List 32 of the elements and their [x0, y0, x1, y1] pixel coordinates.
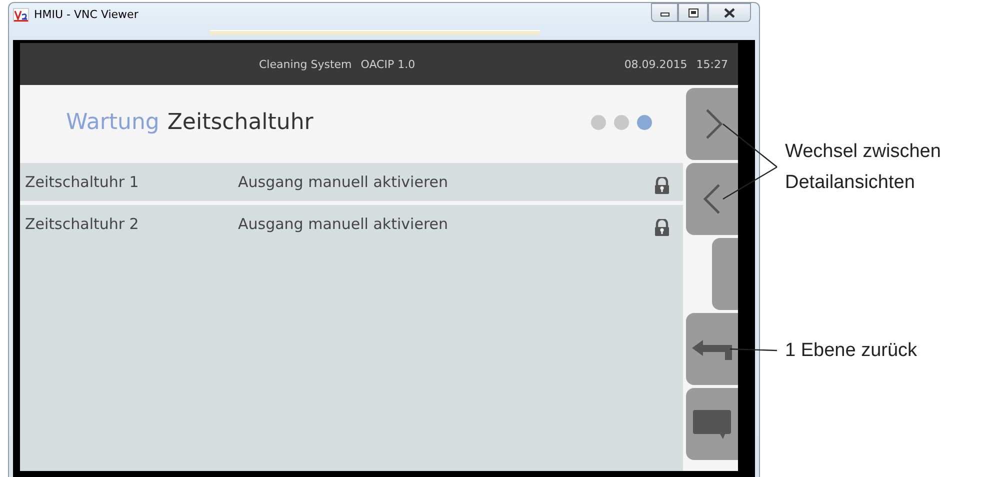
close-icon: [724, 8, 735, 18]
page-title: Zeitschaltuhr: [167, 110, 314, 135]
page-indicator-dot[interactable]: [614, 115, 629, 130]
next-button[interactable]: [686, 88, 738, 160]
row-action: Ausgang manuell aktivieren: [238, 173, 448, 191]
previous-button[interactable]: [686, 163, 738, 235]
annotation-text: Wechsel zwischen Detailansichten: [785, 140, 942, 195]
leader-line: [730, 348, 778, 352]
row-action: Ausgang manuell aktivieren: [238, 215, 448, 233]
minimize-button[interactable]: [651, 3, 678, 22]
page-indicator-dot[interactable]: [637, 115, 652, 130]
toolbar-handle[interactable]: [210, 30, 540, 35]
maximize-icon: [688, 8, 698, 18]
close-button[interactable]: [708, 3, 751, 22]
row-name: Zeitschaltuhr 1: [25, 173, 140, 191]
date-label: 08.09.2015: [624, 58, 688, 70]
chat-bubble-icon: [693, 410, 731, 438]
row-name: Zeitschaltuhr 2: [25, 215, 140, 233]
maximize-button[interactable]: [678, 3, 708, 22]
back-button[interactable]: [686, 313, 738, 385]
annotation-text: 1 Ebene zurück: [785, 339, 918, 363]
version-label: OACIP 1.0: [360, 58, 416, 70]
message-button[interactable]: [686, 388, 738, 460]
return-arrow-icon: [692, 338, 732, 360]
system-name: Cleaning System: [259, 58, 352, 70]
list-row[interactable]: Zeitschaltuhr 2 Ausgang manuell aktivieren: [20, 205, 683, 243]
time-label: 15:27: [696, 58, 728, 70]
window-title: HMIU - VNC Viewer: [34, 8, 138, 22]
page-indicator-dot[interactable]: [591, 115, 606, 130]
app-icon: [13, 8, 29, 22]
section-title: Wartung: [66, 110, 160, 135]
list-row[interactable]: Zeitschaltuhr 1 Ausgang manuell aktivieren: [20, 163, 683, 201]
